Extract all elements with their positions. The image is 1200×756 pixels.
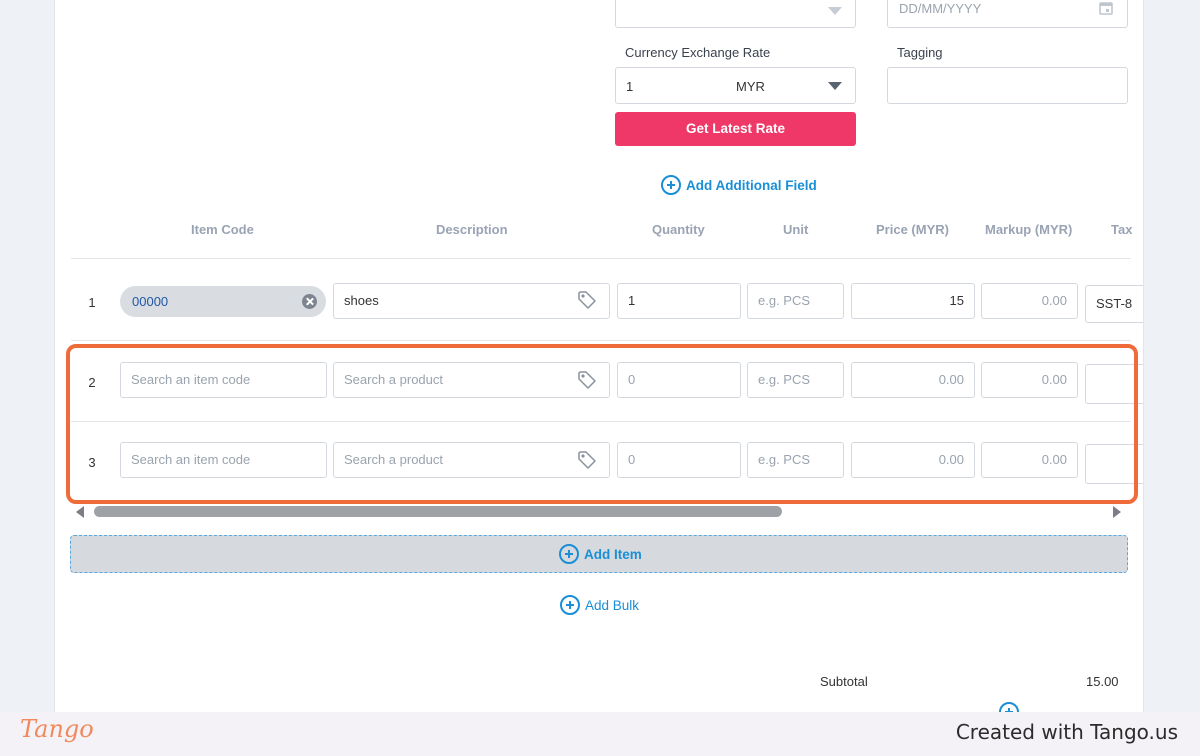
markup-input[interactable]: 0.00	[981, 362, 1078, 398]
currency-code: MYR	[736, 79, 765, 94]
created-with-text: Created with Tango.us	[955, 720, 1178, 744]
date-placeholder: DD/MM/YYYY	[899, 1, 982, 16]
get-latest-rate-button[interactable]: Get Latest Rate	[615, 112, 856, 146]
tax-select[interactable]	[1085, 444, 1143, 484]
price-input[interactable]: 0.00	[851, 362, 975, 398]
unit-input[interactable]: e.g. PCS	[747, 283, 844, 319]
plus-circle-icon[interactable]	[999, 702, 1019, 712]
date-field[interactable]: DD/MM/YYYY	[887, 0, 1128, 28]
plus-circle-icon	[661, 175, 681, 195]
plus-circle-icon	[559, 544, 579, 564]
markup-input[interactable]: 0.00	[981, 442, 1078, 478]
top-select[interactable]	[615, 0, 856, 28]
item-code-value: 00000	[132, 294, 169, 309]
invoice-form-card: DD/MM/YYYY Currency Exchange Rate Taggin…	[54, 0, 1144, 712]
col-quantity: Quantity	[652, 222, 705, 237]
add-item-inner: Add Item	[559, 544, 642, 564]
scroll-left-arrow-icon[interactable]	[76, 506, 84, 518]
row-divider	[71, 421, 1131, 422]
product-search-input[interactable]: Search a product	[333, 442, 610, 478]
col-unit: Unit	[783, 222, 809, 237]
add-bulk-link[interactable]: Add Bulk	[560, 595, 639, 615]
col-item-code: Item Code	[191, 222, 254, 237]
tag-icon[interactable]	[577, 450, 597, 470]
subtotal-value: 15.00	[1086, 674, 1119, 689]
item-code-chip[interactable]: 00000	[120, 286, 326, 317]
description-input[interactable]: shoes	[333, 283, 610, 319]
col-description: Description	[436, 222, 508, 237]
unit-input[interactable]: e.g. PCS	[747, 442, 844, 478]
unit-input[interactable]: e.g. PCS	[747, 362, 844, 398]
markup-input[interactable]: 0.00	[981, 283, 1078, 319]
currency-rate-value: 1	[626, 79, 634, 94]
chevron-down-icon	[828, 7, 842, 15]
col-markup: Markup (MYR)	[985, 222, 1073, 237]
price-input[interactable]: 0.00	[851, 442, 975, 478]
plus-circle-icon	[560, 595, 580, 615]
price-input[interactable]: 15	[851, 283, 975, 319]
tagging-input[interactable]	[887, 67, 1128, 104]
add-additional-field-label: Add Additional Field	[686, 177, 817, 193]
item-code-search-input[interactable]: Search an item code	[120, 442, 327, 478]
tagging-label: Tagging	[897, 45, 943, 60]
header-divider	[71, 258, 1131, 259]
product-search-input[interactable]: Search a product	[333, 362, 610, 398]
quantity-input[interactable]: 1	[617, 283, 741, 319]
add-item-button[interactable]: Add Item	[70, 535, 1128, 573]
description-value: shoes	[344, 293, 379, 308]
tag-icon[interactable]	[577, 290, 597, 310]
clear-icon[interactable]	[302, 294, 317, 309]
tax-select[interactable]	[1085, 364, 1143, 404]
currency-select[interactable]: 1 MYR	[615, 67, 856, 104]
scroll-right-arrow-icon[interactable]	[1113, 506, 1121, 518]
col-tax: Tax	[1111, 222, 1133, 237]
row-number: 3	[88, 455, 96, 470]
row-divider	[71, 340, 1131, 341]
calendar-icon[interactable]	[1099, 1, 1113, 15]
quantity-input[interactable]: 0	[617, 362, 741, 398]
add-bulk-label: Add Bulk	[585, 597, 640, 613]
quantity-value: 1	[628, 293, 636, 308]
currency-label: Currency Exchange Rate	[625, 45, 771, 60]
tax-select[interactable]: SST-8	[1085, 285, 1143, 323]
add-item-label: Add Item	[584, 546, 642, 562]
scrollbar-thumb[interactable]	[94, 506, 782, 517]
row-number: 2	[88, 375, 96, 390]
tango-logo: Tango	[20, 715, 94, 743]
tag-icon[interactable]	[577, 370, 597, 390]
subtotal-label: Subtotal	[820, 674, 868, 689]
row-number: 1	[88, 295, 96, 310]
add-additional-field-link[interactable]: Add Additional Field	[661, 175, 817, 195]
item-code-search-input[interactable]: Search an item code	[120, 362, 327, 398]
col-price: Price (MYR)	[876, 222, 949, 237]
quantity-input[interactable]: 0	[617, 442, 741, 478]
chevron-down-icon	[828, 82, 842, 90]
